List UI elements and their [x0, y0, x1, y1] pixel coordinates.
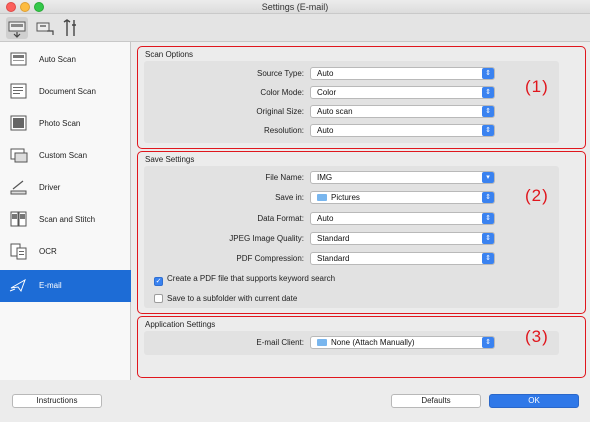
source-type-value: Auto — [317, 69, 334, 78]
data-format-label: Data Format: — [257, 214, 304, 223]
original-size-select[interactable]: Auto scan ⇕ — [310, 105, 495, 118]
ocr-icon — [9, 242, 29, 260]
folder-icon — [317, 194, 327, 201]
resolution-label: Resolution: — [263, 126, 304, 135]
settings-content: Scan Options Source Type: Auto ⇕ Color Mo… — [131, 42, 590, 380]
sidebar-item-document-scan[interactable]: Document Scan — [0, 76, 131, 108]
callout-1: (1) — [525, 77, 549, 96]
subfolder-label: Save to a subfolder with current date — [167, 294, 298, 303]
sidebar-item-e-mail[interactable]: E-mail — [0, 270, 131, 302]
resolution-value: Auto — [317, 126, 334, 135]
button-bar: Instructions Defaults OK — [0, 380, 590, 422]
sidebar-item-label: Driver — [39, 183, 61, 192]
sidebar-item-photo-scan[interactable]: Photo Scan — [0, 108, 131, 140]
general-settings-icon[interactable] — [60, 17, 82, 39]
color-mode-label: Color Mode: — [260, 88, 304, 97]
folder-icon — [317, 339, 327, 346]
pdf-compression-select[interactable]: Standard ⇕ — [310, 252, 495, 265]
chevron-updown-icon: ⇕ — [482, 253, 494, 264]
data-format-select[interactable]: Auto ⇕ — [310, 212, 495, 225]
file-name-value: IMG — [317, 173, 333, 182]
email-client-label: E-mail Client: — [256, 338, 304, 347]
title-bar: Settings (E-mail) — [0, 0, 590, 14]
pdf-compression-value: Standard — [317, 254, 350, 263]
document-scan-icon — [9, 82, 29, 100]
resolution-select[interactable]: Auto ⇕ — [310, 124, 495, 137]
application-settings-title: Application Settings — [145, 320, 216, 329]
scan-options-title: Scan Options — [145, 50, 194, 59]
chevron-updown-icon: ⇕ — [482, 125, 494, 136]
chevron-updown-icon: ⇕ — [482, 337, 494, 348]
instructions-button[interactable]: Instructions — [12, 394, 102, 408]
original-size-value: Auto scan — [317, 107, 353, 116]
chevron-down-icon: ▾ — [482, 172, 494, 183]
chevron-updown-icon: ⇕ — [482, 106, 494, 117]
driver-icon — [9, 178, 29, 196]
scan-and-stitch-icon — [9, 210, 29, 228]
color-mode-select[interactable]: Color ⇕ — [310, 86, 495, 99]
sidebar-item-label: Photo Scan — [39, 119, 81, 128]
subfolder-checkbox-row[interactable]: Save to a subfolder with current date — [154, 294, 297, 303]
scan-tab-icon[interactable] — [6, 17, 28, 39]
subfolder-checkbox[interactable] — [154, 294, 163, 303]
sidebar-item-label: Custom Scan — [39, 151, 88, 160]
jpeg-quality-value: Standard — [317, 234, 350, 243]
sidebar-item-ocr[interactable]: OCR — [0, 236, 131, 268]
file-name-combobox[interactable]: IMG ▾ — [310, 171, 495, 184]
sidebar-item-label: Scan and Stitch — [39, 215, 96, 224]
source-type-label: Source Type: — [257, 69, 304, 78]
chevron-updown-icon: ⇕ — [482, 68, 494, 79]
original-size-label: Original Size: — [256, 107, 304, 116]
photo-scan-icon — [9, 114, 29, 132]
chevron-updown-icon: ⇕ — [482, 233, 494, 244]
scan-options-panel: Scan Options Source Type: Auto ⇕ Color Mo… — [137, 46, 586, 149]
sidebar-item-label: OCR — [39, 247, 57, 256]
application-settings-box: E-mail Client: None (Attach Manually) ⇕ — [144, 331, 559, 355]
window-title: Settings (E-mail) — [261, 2, 329, 12]
chevron-updown-icon: ⇕ — [482, 213, 494, 224]
auto-scan-icon — [9, 50, 29, 68]
ok-button[interactable]: OK — [489, 394, 579, 408]
sidebar: Auto Scan Document Scan Photo Scan Custo… — [0, 42, 131, 380]
callout-2: (2) — [525, 186, 549, 205]
sidebar-item-label: Document Scan — [39, 87, 96, 96]
sidebar-item-label: Auto Scan — [39, 55, 76, 64]
chevron-updown-icon: ⇕ — [482, 192, 494, 203]
defaults-button[interactable]: Defaults — [391, 394, 481, 408]
email-client-value: None (Attach Manually) — [331, 338, 415, 347]
callout-3: (3) — [525, 327, 549, 346]
toolbar — [0, 14, 590, 42]
save-settings-panel: Save Settings File Name: IMG ▾ Save in: P… — [137, 151, 586, 314]
chevron-updown-icon: ⇕ — [482, 87, 494, 98]
email-client-select[interactable]: None (Attach Manually) ⇕ — [310, 336, 495, 349]
keyword-pdf-checkbox[interactable]: ✓ — [154, 277, 163, 286]
source-type-select[interactable]: Auto ⇕ — [310, 67, 495, 80]
file-name-label: File Name: — [265, 173, 304, 182]
sidebar-item-auto-scan[interactable]: Auto Scan — [0, 44, 131, 76]
keyword-pdf-label: Create a PDF file that supports keyword … — [167, 274, 336, 283]
save-settings-box: File Name: IMG ▾ Save in: Pictures ⇕ Data … — [144, 166, 559, 308]
save-in-value: Pictures — [331, 193, 360, 202]
scan-options-box: Source Type: Auto ⇕ Color Mode: Color ⇕ Or… — [144, 61, 559, 143]
jpeg-quality-label: JPEG Image Quality: — [229, 234, 304, 243]
pdf-compression-label: PDF Compression: — [236, 254, 304, 263]
sidebar-item-label: E-mail — [39, 281, 62, 290]
application-settings-panel: Application Settings E-mail Client: None… — [137, 316, 586, 378]
data-format-value: Auto — [317, 214, 334, 223]
e-mail-icon — [9, 276, 29, 294]
sidebar-item-custom-scan[interactable]: Custom Scan — [0, 140, 131, 172]
save-in-label: Save in: — [275, 193, 304, 202]
save-in-select[interactable]: Pictures ⇕ — [310, 191, 495, 204]
save-settings-title: Save Settings — [145, 155, 195, 164]
scan-from-panel-icon[interactable] — [34, 17, 56, 39]
keyword-pdf-checkbox-row[interactable]: ✓ Create a PDF file that supports keyword… — [154, 274, 335, 286]
custom-scan-icon — [9, 146, 29, 164]
color-mode-value: Color — [317, 88, 337, 97]
jpeg-quality-select[interactable]: Standard ⇕ — [310, 232, 495, 245]
sidebar-item-driver[interactable]: Driver — [0, 172, 131, 204]
sidebar-item-scan-and-stitch[interactable]: Scan and Stitch — [0, 204, 131, 236]
